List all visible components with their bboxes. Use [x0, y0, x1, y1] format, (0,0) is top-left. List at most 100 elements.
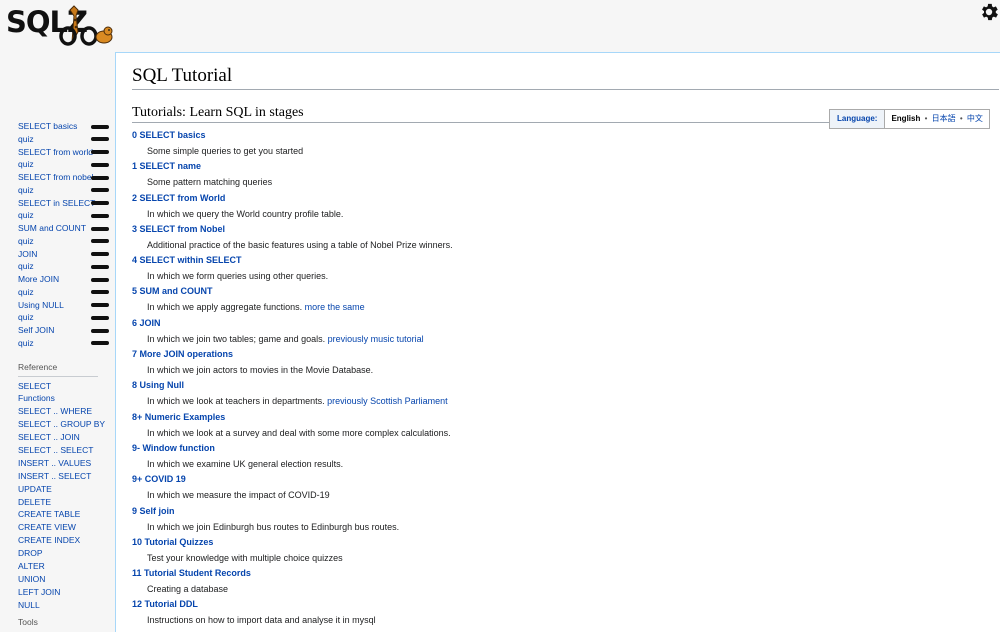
progress-bar-icon	[91, 315, 109, 320]
tutorial-description-text: In which we join Edinburgh bus routes to…	[147, 521, 400, 532]
sidebar: SELECT basics quiz SELECT from world qui…	[18, 120, 113, 627]
tutorial-link[interactable]: 10 Tutorial Quizzes	[132, 535, 932, 550]
tutorial-description-text: In which we look at teachers in departme…	[147, 396, 325, 407]
tutorial-link[interactable]: 7 More JOIN operations	[132, 347, 932, 362]
tutorial-link[interactable]: 4 SELECT within SELECT	[132, 253, 932, 268]
reference-item[interactable]: INSERT .. VALUES	[18, 457, 113, 470]
reference-nav: SELECT Functions SELECT .. WHERE SELECT …	[18, 380, 113, 612]
progress-bar-icon	[91, 188, 109, 193]
tutorial-description-text: Some simple queries to get you started	[147, 146, 304, 156]
tutorial-item: 6 JOIN In which we join two tables; game …	[132, 316, 932, 347]
tutorial-description: In which we join two tables; game and go…	[132, 331, 932, 347]
tutorial-item: 9 Self join In which we join Edinburgh bu…	[132, 504, 932, 535]
tutorial-link[interactable]: 9+ COVID 19	[132, 472, 932, 487]
tutorial-description-text: Creating a database	[147, 584, 229, 595]
reference-item[interactable]: CREATE VIEW	[18, 521, 113, 534]
reference-item[interactable]: DROP	[18, 547, 113, 560]
tutorial-description: Some simple queries to get you started	[132, 143, 932, 159]
language-separator: •	[924, 114, 928, 123]
reference-item[interactable]: UNION	[18, 573, 113, 586]
tutorial-link[interactable]: 12 Tutorial DDL	[132, 597, 932, 612]
page-title: SQL Tutorial	[132, 65, 999, 90]
progress-bar-icon	[91, 175, 109, 180]
tutorial-link[interactable]: 8 Using Null	[132, 378, 932, 393]
progress-bar-icon	[91, 290, 109, 295]
tutorial-item: 8 Using Null In which we look at teachers…	[132, 378, 932, 409]
tutorial-link[interactable]: 9 Self join	[132, 504, 932, 519]
reference-item[interactable]: DELETE	[18, 496, 113, 509]
progress-bar-icon	[91, 264, 109, 269]
progress-bar-icon	[91, 277, 109, 282]
tutorial-description: In which we look at a survey and deal wi…	[132, 425, 932, 441]
tutorial-description: In which we join actors to movies in the…	[132, 362, 932, 378]
tutorial-description-text: In which we look at a survey and deal wi…	[147, 427, 451, 438]
tutorial-link[interactable]: 2 SELECT from World	[132, 191, 932, 206]
sqlzoo-logo[interactable]: SQLZ	[4, 2, 116, 48]
tutorial-description: In which we query the World country prof…	[132, 206, 932, 222]
language-label: Language:	[830, 110, 886, 128]
language-option-japanese[interactable]: 日本語	[932, 114, 956, 123]
tutorial-link[interactable]: 0 SELECT basics	[132, 128, 932, 143]
reference-heading: Reference	[18, 361, 98, 377]
gear-icon[interactable]	[978, 1, 1000, 23]
tutorial-link[interactable]: 3 SELECT from Nobel	[132, 222, 932, 237]
tutorial-extra-link[interactable]: previously music tutorial	[328, 334, 424, 344]
tutorial-item: 1 SELECT name Some pattern matching queri…	[132, 159, 932, 190]
reference-item[interactable]: CREATE INDEX	[18, 534, 113, 547]
tutorial-item: 9- Window function In which we examine UK…	[132, 441, 932, 472]
reference-item[interactable]: NULL	[18, 599, 113, 612]
tutorial-description-text: In which we form queries using other que…	[147, 271, 329, 282]
reference-item[interactable]: SELECT .. JOIN	[18, 431, 113, 444]
tutorial-description: In which we apply aggregate functions. m…	[132, 299, 932, 315]
tutorial-description-text: Instructions on how to import data and a…	[147, 615, 376, 626]
reference-item[interactable]: UPDATE	[18, 483, 113, 496]
progress-bar-icon	[91, 328, 109, 333]
progress-bar-icon	[91, 162, 109, 167]
progress-bar-icon	[91, 239, 109, 244]
tutorial-description: Creating a database	[132, 581, 932, 597]
reference-item[interactable]: ALTER	[18, 560, 113, 573]
tutorial-extra-link[interactable]: more the same	[305, 302, 365, 312]
language-selector: Language: English • 日本語 • 中文	[829, 109, 990, 129]
tutorial-description: Instructions on how to import data and a…	[132, 612, 932, 628]
reference-item[interactable]: SELECT	[18, 380, 113, 393]
progress-bar-icon	[91, 201, 109, 205]
main-content: SQL Tutorial Tutorials: Learn SQL in sta…	[115, 52, 1000, 632]
progress-bar-icon	[91, 226, 109, 231]
tutorial-description: In which we form queries using other que…	[132, 268, 932, 284]
tutorial-description: In which we examine UK general election …	[132, 456, 932, 472]
tutorial-link[interactable]: 6 JOIN	[132, 316, 932, 331]
tutorial-description: In which we join Edinburgh bus routes to…	[132, 519, 932, 535]
tutorial-description: Test your knowledge with multiple choice…	[132, 550, 932, 566]
reference-item[interactable]: SELECT .. SELECT	[18, 444, 113, 457]
tutorial-description-text: In which we measure the impact of COVID-…	[147, 490, 330, 501]
tutorial-item: 11 Tutorial Student Records Creating a da…	[132, 566, 932, 597]
tutorial-link[interactable]: 8+ Numeric Examples	[132, 410, 932, 425]
language-options: English • 日本語 • 中文	[885, 110, 989, 128]
reference-item[interactable]: SELECT .. GROUP BY	[18, 418, 113, 431]
progress-bar-icon	[91, 252, 109, 256]
tutorial-item: 7 More JOIN operations In which we join a…	[132, 347, 932, 378]
tutorial-link[interactable]: 11 Tutorial Student Records	[132, 566, 932, 581]
language-option-chinese[interactable]: 中文	[967, 114, 983, 123]
reference-item[interactable]: SELECT .. WHERE	[18, 405, 113, 418]
tutorial-link[interactable]: 5 SUM and COUNT	[132, 284, 932, 299]
language-current: English	[891, 114, 921, 123]
tutorial-extra-link[interactable]: previously Scottish Parliament	[327, 396, 448, 406]
tutorial-item: 10 Tutorial Quizzes Test your knowledge w…	[132, 535, 932, 566]
tutorial-description: Some pattern matching queries	[132, 174, 932, 190]
logo-animals-icon	[59, 5, 113, 46]
tutorial-description-text: In which we join actors to movies in the…	[147, 365, 374, 376]
tutorial-description-text: In which we query the World country prof…	[147, 208, 344, 219]
reference-item[interactable]: LEFT JOIN	[18, 586, 113, 599]
tutorial-link[interactable]: 9- Window function	[132, 441, 932, 456]
progress-bar-icon	[91, 150, 109, 154]
reference-item[interactable]: Functions	[18, 392, 113, 405]
reference-item[interactable]: INSERT .. SELECT	[18, 470, 113, 483]
tutorial-link[interactable]: 1 SELECT name	[132, 159, 932, 174]
reference-item[interactable]: CREATE TABLE	[18, 508, 113, 521]
tutorial-description-text: In which we examine UK general election …	[147, 458, 344, 469]
progress-bar-icon	[91, 124, 109, 129]
tutorial-description-text: Test your knowledge with multiple choice…	[147, 552, 343, 563]
tutorial-description-text: Additional practice of the basic feature…	[147, 239, 453, 250]
